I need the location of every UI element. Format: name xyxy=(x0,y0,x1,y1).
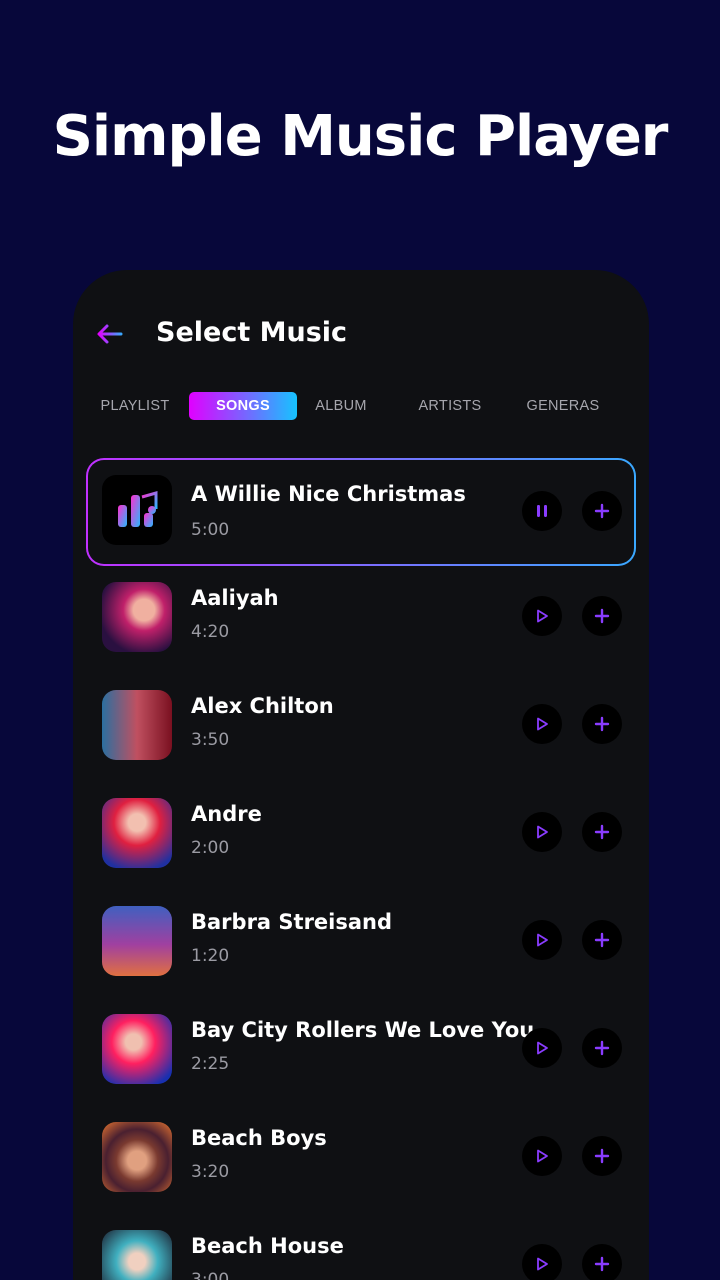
plus-icon xyxy=(594,716,610,732)
tab-playlist[interactable]: PLAYLIST xyxy=(93,392,177,420)
add-to-playlist-button[interactable] xyxy=(582,704,622,744)
song-row[interactable]: Andre 2:00 xyxy=(86,782,636,890)
play-icon xyxy=(537,1257,548,1271)
play-icon xyxy=(537,1149,548,1163)
song-title: Bay City Rollers We Love You xyxy=(191,1018,535,1042)
back-arrow-icon[interactable] xyxy=(95,320,125,348)
album-art xyxy=(102,690,172,760)
song-duration: 2:25 xyxy=(191,1054,230,1074)
play-icon xyxy=(537,1041,548,1055)
pause-button[interactable] xyxy=(522,491,562,531)
plus-icon xyxy=(594,503,610,519)
song-row[interactable]: A Willie Nice Christmas 5:00 xyxy=(86,458,636,566)
top-bar: Select Music xyxy=(73,314,649,354)
add-to-playlist-button[interactable] xyxy=(582,1136,622,1176)
pause-icon xyxy=(537,505,547,517)
tab-bar: PLAYLIST SONGS ALBUM ARTISTS GENERAS xyxy=(73,392,649,422)
song-title: Beach House xyxy=(191,1234,344,1258)
album-art xyxy=(102,1230,172,1280)
song-duration: 3:00 xyxy=(191,1270,230,1280)
play-button[interactable] xyxy=(522,1136,562,1176)
play-button[interactable] xyxy=(522,812,562,852)
play-icon xyxy=(537,933,548,947)
play-button[interactable] xyxy=(522,1028,562,1068)
add-to-playlist-button[interactable] xyxy=(582,920,622,960)
tab-songs[interactable]: SONGS xyxy=(189,392,297,420)
album-art xyxy=(102,798,172,868)
tab-generas[interactable]: GENERAS xyxy=(517,392,609,420)
play-button[interactable] xyxy=(522,920,562,960)
plus-icon xyxy=(594,1148,610,1164)
song-duration: 3:50 xyxy=(191,730,230,750)
song-duration: 4:20 xyxy=(191,622,230,642)
add-to-playlist-button[interactable] xyxy=(582,1028,622,1068)
plus-icon xyxy=(594,932,610,948)
add-to-playlist-button[interactable] xyxy=(582,812,622,852)
song-title: Barbra Streisand xyxy=(191,910,393,934)
plus-icon xyxy=(594,1040,610,1056)
song-title: Aaliyah xyxy=(191,586,279,610)
song-duration: 3:20 xyxy=(191,1162,230,1182)
song-title: Alex Chilton xyxy=(191,694,334,718)
add-to-playlist-button[interactable] xyxy=(582,491,622,531)
tab-album[interactable]: ALBUM xyxy=(303,392,379,420)
tab-artists[interactable]: ARTISTS xyxy=(407,392,493,420)
plus-icon xyxy=(594,608,610,624)
add-to-playlist-button[interactable] xyxy=(582,596,622,636)
plus-icon xyxy=(594,824,610,840)
album-art xyxy=(102,1014,172,1084)
plus-icon xyxy=(594,1256,610,1272)
song-row[interactable]: Aaliyah 4:20 xyxy=(86,566,636,674)
play-button[interactable] xyxy=(522,596,562,636)
album-art xyxy=(102,906,172,976)
page-title: Select Music xyxy=(156,317,348,348)
play-button[interactable] xyxy=(522,1244,562,1280)
play-icon xyxy=(537,609,548,623)
song-row[interactable]: Barbra Streisand 1:20 xyxy=(86,890,636,998)
song-row[interactable]: Alex Chilton 3:50 xyxy=(86,674,636,782)
song-duration: 5:00 xyxy=(191,520,230,540)
phone-frame: Select Music PLAYLIST SONGS ALBUM ARTIST… xyxy=(73,270,649,1280)
song-title: A Willie Nice Christmas xyxy=(191,482,466,506)
song-row[interactable]: Beach Boys 3:20 xyxy=(86,1106,636,1214)
song-title: Beach Boys xyxy=(191,1126,327,1150)
album-art xyxy=(102,1122,172,1192)
app-logo-icon xyxy=(102,475,172,545)
headline: Simple Music Player xyxy=(52,104,669,169)
song-row[interactable]: Beach House 3:00 xyxy=(86,1214,636,1280)
play-icon xyxy=(537,825,548,839)
song-duration: 2:00 xyxy=(191,838,230,858)
album-art xyxy=(102,582,172,652)
add-to-playlist-button[interactable] xyxy=(582,1244,622,1280)
song-duration: 1:20 xyxy=(191,946,230,966)
play-button[interactable] xyxy=(522,704,562,744)
song-title: Andre xyxy=(191,802,262,826)
song-row[interactable]: Bay City Rollers We Love You 2:25 xyxy=(86,998,636,1106)
play-icon xyxy=(537,717,548,731)
